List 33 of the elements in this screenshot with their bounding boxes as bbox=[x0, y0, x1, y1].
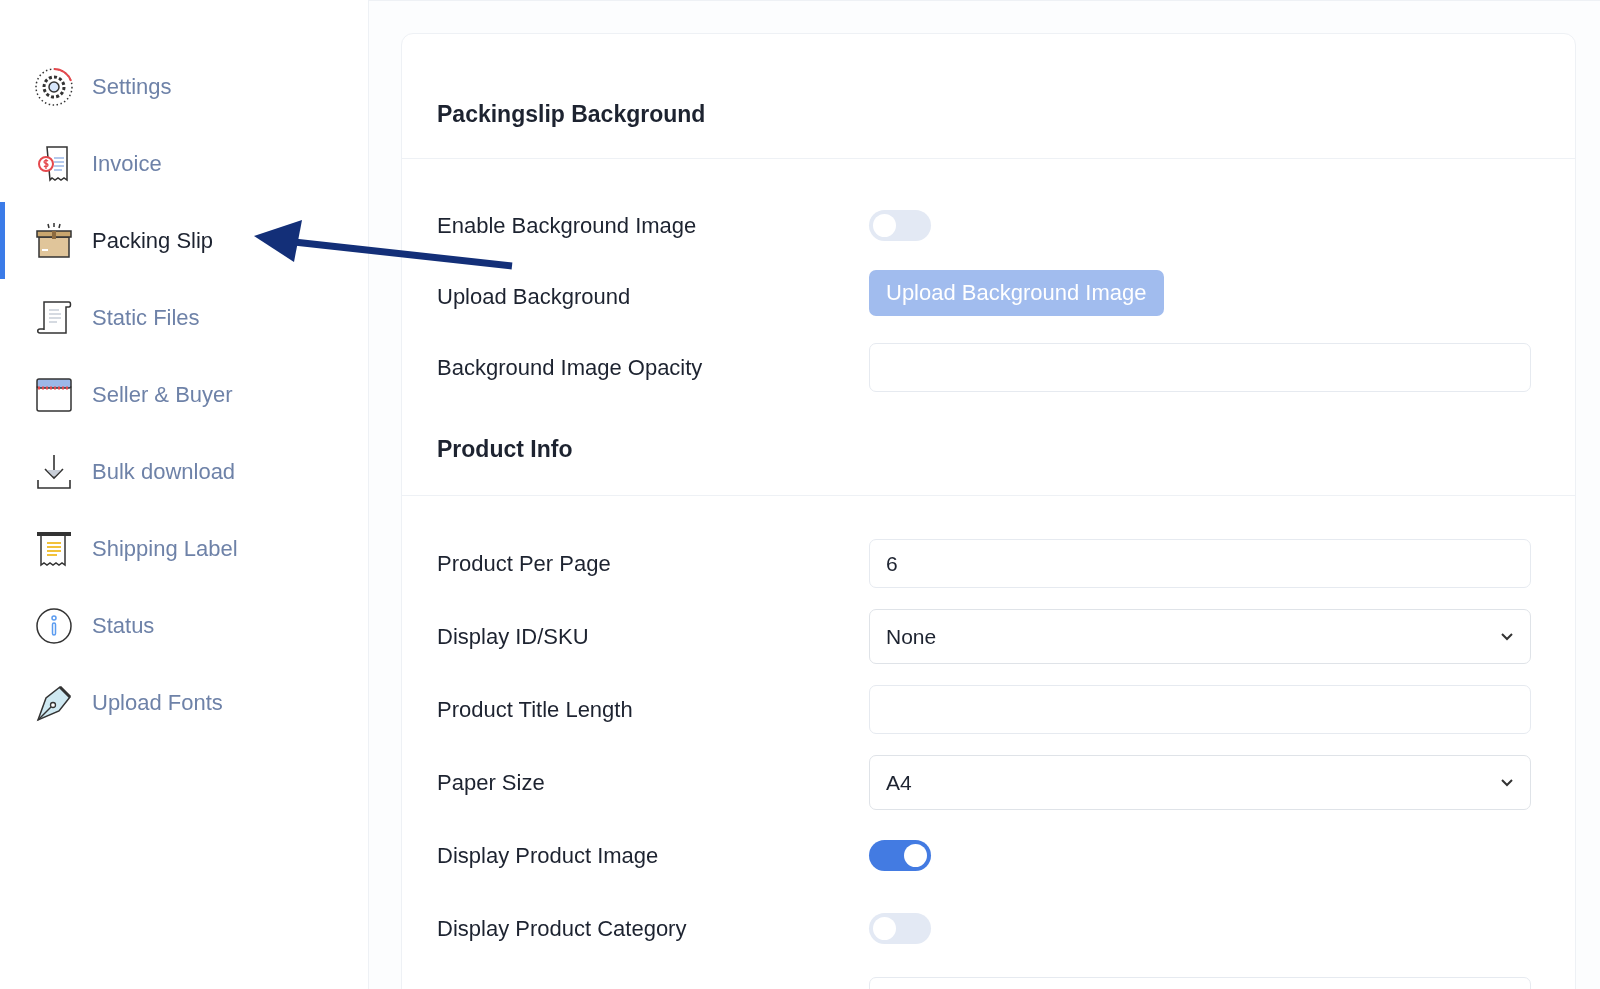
section-title: Product Info bbox=[437, 435, 573, 463]
sidebar-item[interactable]: Upload Fonts bbox=[0, 664, 368, 741]
field-label: Display ID/SKU bbox=[437, 623, 590, 650]
field-label: Upload Background bbox=[437, 283, 632, 310]
field-label: Display Product Image bbox=[437, 842, 660, 869]
chevron-down-icon bbox=[1500, 778, 1514, 787]
sidebar-item[interactable]: Static Files bbox=[0, 279, 368, 356]
field-label: Background Image Opacity bbox=[437, 354, 704, 381]
field-label: Product Title Length bbox=[437, 696, 634, 723]
sidebar-item[interactable]: Settings bbox=[0, 48, 368, 125]
sidebar-item[interactable]: Invoice bbox=[0, 125, 368, 202]
gear-icon bbox=[34, 66, 74, 107]
chevron-down-icon bbox=[1500, 632, 1514, 641]
section-title: Packingslip Background bbox=[437, 101, 706, 128]
input-field[interactable] bbox=[869, 685, 1531, 734]
sidebar-item[interactable]: Status bbox=[0, 587, 368, 664]
sidebar-item[interactable]: Shipping Label bbox=[0, 510, 368, 587]
sidebar-item[interactable]: Packing Slip bbox=[0, 202, 368, 279]
input-field[interactable]: 6 bbox=[869, 539, 1531, 588]
field-label: Enable Background Image bbox=[437, 212, 698, 239]
input-field[interactable] bbox=[869, 343, 1531, 392]
toggle-switch[interactable] bbox=[869, 913, 931, 944]
info-icon bbox=[34, 605, 74, 646]
select-field[interactable]: None bbox=[869, 609, 1531, 664]
box-icon bbox=[34, 220, 74, 261]
field-label: Paper Size bbox=[437, 769, 546, 796]
sidebar-item[interactable]: Seller & Buyer bbox=[0, 356, 368, 433]
toggle-switch[interactable] bbox=[869, 210, 931, 241]
field-label: Display Product Category bbox=[437, 915, 688, 942]
field-label: Product Per Page bbox=[437, 550, 612, 577]
sidebar-item[interactable]: Bulk download bbox=[0, 433, 368, 510]
toggle-switch[interactable] bbox=[869, 840, 931, 871]
select-field[interactable]: A4 bbox=[869, 755, 1531, 810]
